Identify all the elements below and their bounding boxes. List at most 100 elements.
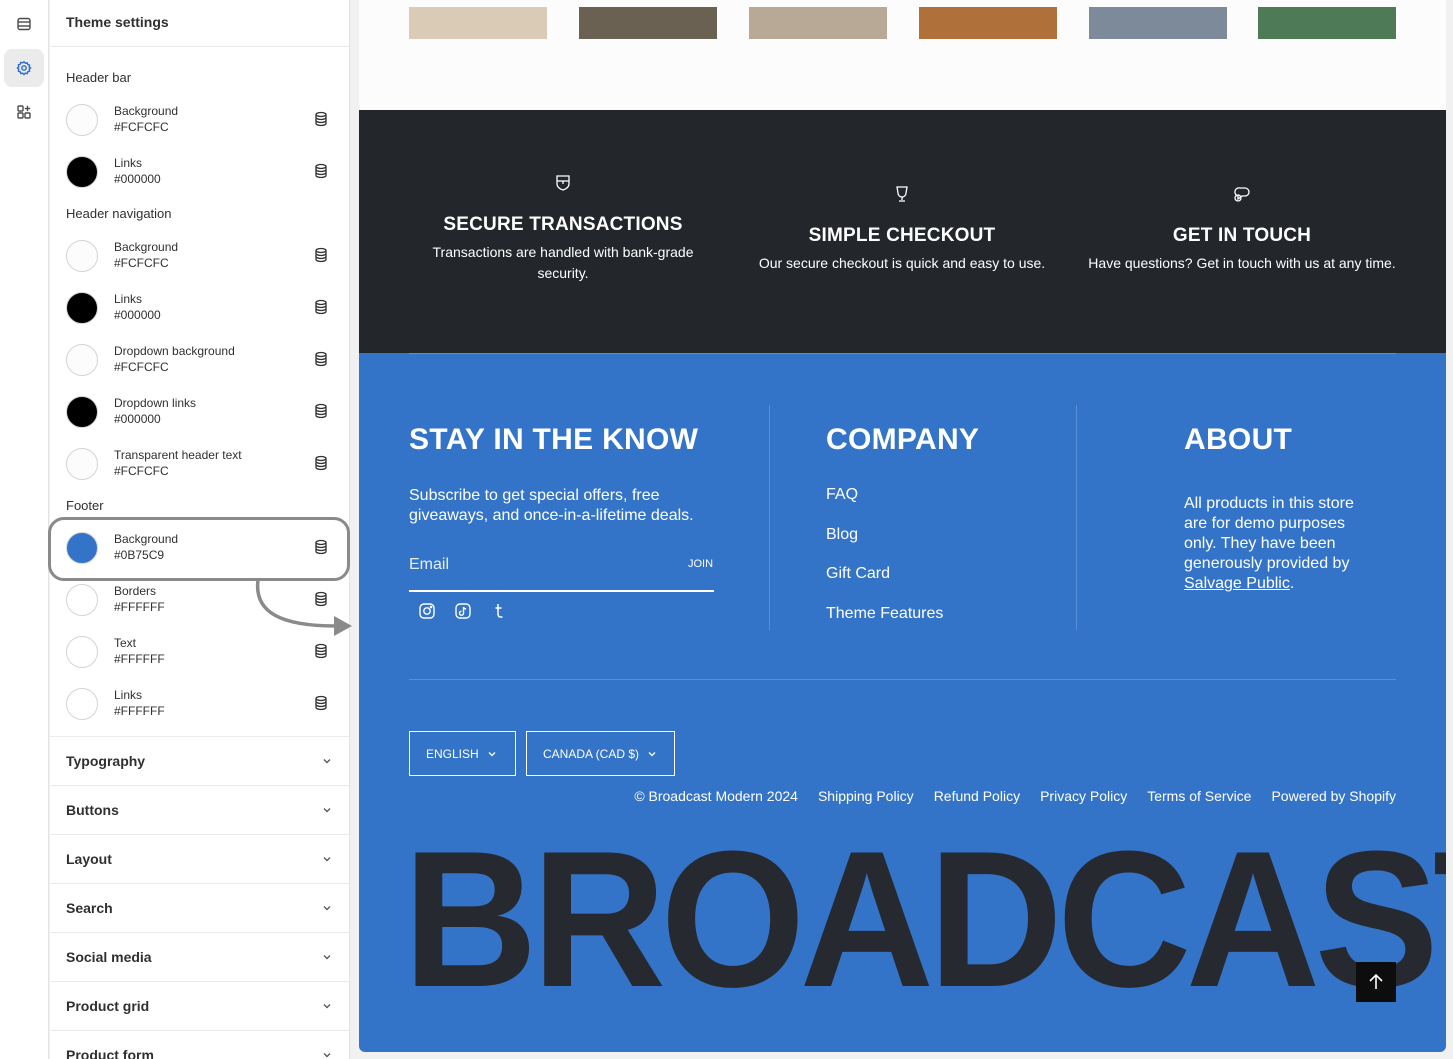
database-icon[interactable] [313, 643, 329, 659]
accordion-label: Buttons [66, 802, 119, 818]
accordion-typography[interactable]: Typography [50, 736, 349, 785]
color-swatch[interactable] [66, 292, 98, 324]
trust-item-checkout: SIMPLE CHECKOUT Our secure checkout is q… [732, 185, 1072, 274]
sections-button[interactable] [4, 5, 44, 43]
accordion-label: Product form [66, 1047, 154, 1059]
arrow-up-icon [1369, 973, 1383, 989]
color-swatch[interactable] [66, 688, 98, 720]
chevron-down-icon [323, 1004, 331, 1009]
footer-link-blog[interactable]: Blog [826, 526, 858, 544]
chevron-down-icon [323, 808, 331, 813]
color-setting-nav-links[interactable]: Links #000000 [50, 288, 349, 340]
tumblr-icon[interactable] [490, 602, 508, 620]
color-swatch[interactable] [66, 156, 98, 188]
color-hex: #FCFCFC [114, 464, 169, 478]
color-swatch[interactable] [66, 448, 98, 480]
chevron-down-icon [323, 759, 331, 764]
color-setting-dropdown-background[interactable]: Dropdown background #FCFCFC [50, 340, 349, 392]
language-selector[interactable]: ENGLISH [409, 731, 516, 776]
storefront-preview: SECURE TRANSACTIONS Transactions are han… [359, 0, 1446, 1052]
database-icon[interactable] [313, 247, 329, 263]
color-setting-nav-background[interactable]: Background #FCFCFC [50, 236, 349, 288]
color-swatch[interactable] [66, 396, 98, 428]
product-image[interactable] [749, 7, 887, 39]
link-privacy-policy[interactable]: Privacy Policy [1040, 788, 1127, 804]
divider [409, 679, 1396, 680]
database-icon[interactable] [313, 695, 329, 711]
trust-item-secure: SECURE TRANSACTIONS Transactions are han… [393, 174, 733, 284]
accordion-label: Product grid [66, 998, 150, 1014]
trust-text: Have questions? Get in touch with us at … [1088, 255, 1396, 271]
database-icon[interactable] [313, 455, 329, 471]
accordion-label: Layout [66, 851, 112, 867]
instagram-icon[interactable] [418, 602, 436, 620]
sections-icon [17, 17, 31, 31]
panel-title: Theme settings [66, 14, 169, 30]
link-terms-of-service[interactable]: Terms of Service [1147, 788, 1251, 804]
divider [50, 46, 349, 47]
color-name: Dropdown background [114, 344, 235, 358]
database-icon[interactable] [313, 163, 329, 179]
color-hex: #000000 [114, 172, 161, 186]
database-icon[interactable] [313, 299, 329, 315]
color-setting-header-bar-background[interactable]: Background #FCFCFC [50, 100, 349, 152]
back-to-top-button[interactable] [1356, 962, 1396, 1002]
link-powered-by-shopify[interactable]: Powered by Shopify [1271, 788, 1396, 804]
footer-link-faq[interactable]: FAQ [826, 486, 858, 504]
color-setting-transparent-header-text[interactable]: Transparent header text #FCFCFC [50, 444, 349, 496]
color-swatch[interactable] [66, 344, 98, 376]
tiktok-icon[interactable] [454, 602, 472, 620]
database-icon[interactable] [313, 351, 329, 367]
product-image[interactable] [919, 7, 1057, 39]
color-swatch[interactable] [66, 584, 98, 616]
product-image[interactable] [1089, 7, 1227, 39]
color-hex: #FFFFFF [114, 704, 165, 718]
accordion-social-media[interactable]: Social media [50, 932, 349, 981]
highlight-frame [48, 517, 350, 581]
link-refund-policy[interactable]: Refund Policy [934, 788, 1020, 804]
footer: STAY IN THE KNOW Subscribe to get specia… [359, 353, 1446, 1052]
color-name: Text [114, 636, 137, 650]
color-swatch[interactable] [66, 240, 98, 272]
currency-value: CANADA (CAD $) [543, 746, 640, 761]
color-swatch[interactable] [66, 104, 98, 136]
color-name: Borders [114, 584, 157, 598]
color-swatch[interactable] [66, 636, 98, 668]
join-button[interactable]: JOIN [688, 558, 713, 570]
footer-link-gift-card[interactable]: Gift Card [826, 565, 890, 583]
color-name: Background [114, 104, 179, 118]
product-image[interactable] [1258, 7, 1396, 39]
email-input[interactable]: Email [409, 556, 449, 574]
accordion-product-grid[interactable]: Product grid [50, 981, 349, 1030]
theme-settings-button[interactable] [4, 49, 44, 87]
gear-icon [16, 60, 32, 76]
newsletter-text: Subscribe to get special offers, free gi… [409, 487, 694, 524]
apps-button[interactable] [4, 93, 44, 131]
color-setting-dropdown-links[interactable]: Dropdown links #000000 [50, 392, 349, 444]
language-value: ENGLISH [426, 746, 479, 761]
product-image[interactable] [579, 7, 717, 39]
legal-links: © Broadcast Modern 2024 Shipping Policy … [634, 788, 1396, 804]
accordion-search[interactable]: Search [50, 883, 349, 932]
color-name: Dropdown links [114, 396, 197, 410]
accordion-layout[interactable]: Layout [50, 834, 349, 883]
color-name: Transparent header text [114, 448, 242, 462]
color-setting-footer-links[interactable]: Links #FFFFFF [50, 684, 349, 736]
column-divider [769, 405, 770, 630]
link-shipping-policy[interactable]: Shipping Policy [818, 788, 914, 804]
about-link[interactable]: Salvage Public [1184, 575, 1290, 592]
about-text: All products in this store are for demo … [1184, 494, 1366, 594]
accordion-buttons[interactable]: Buttons [50, 785, 349, 834]
about-title: ABOUT [1184, 423, 1293, 456]
left-rail [0, 0, 49, 1059]
product-image[interactable] [409, 7, 547, 39]
currency-selector[interactable]: CANADA (CAD $) [526, 731, 675, 776]
color-setting-header-bar-links[interactable]: Links #000000 [50, 152, 349, 204]
database-icon[interactable] [313, 403, 329, 419]
database-icon[interactable] [313, 111, 329, 127]
color-hex: #FCFCFC [114, 256, 169, 270]
accordion-product-form[interactable]: Product form [50, 1030, 349, 1059]
group-label-header-bar: Header bar [66, 70, 132, 85]
footer-link-theme-features[interactable]: Theme Features [826, 605, 943, 623]
chevron-down-icon [648, 751, 656, 756]
